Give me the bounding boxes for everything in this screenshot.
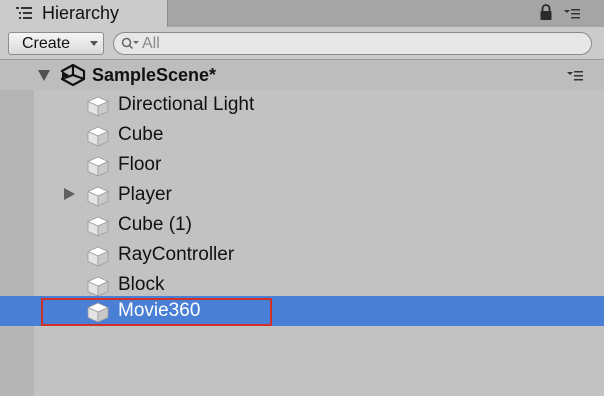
tree-item-cube[interactable]: Cube [0, 120, 604, 150]
gameobject-cube-icon [87, 216, 109, 237]
tab-hierarchy[interactable]: Hierarchy [0, 0, 168, 27]
search-icon [121, 37, 139, 50]
scene-menu-icon[interactable] [566, 71, 584, 81]
hierarchy-toolbar: Create [0, 27, 604, 60]
create-dropdown-button[interactable]: Create [8, 32, 104, 55]
gameobject-cube-icon [87, 186, 109, 207]
foldout-collapsed-icon[interactable] [64, 188, 75, 200]
tree-item-label: Cube (1) [118, 214, 192, 235]
tree-item-cube-1[interactable]: Cube (1) [0, 210, 604, 240]
tree-item-movie360[interactable]: Movie360 [0, 296, 604, 326]
lock-icon[interactable] [539, 3, 553, 21]
unity-logo-icon [60, 64, 86, 86]
tree-item-label: Movie360 [118, 300, 201, 321]
gameobject-cube-icon [87, 302, 109, 323]
panel-menu-icon[interactable] [563, 8, 581, 20]
chevron-down-icon [90, 41, 98, 46]
tree-item-label: Cube [118, 124, 164, 145]
tree-item-label: RayController [118, 244, 235, 265]
tree-item-floor[interactable]: Floor [0, 150, 604, 180]
hierarchy-tree[interactable]: SampleScene* Directional Light Cube Floo… [0, 60, 604, 396]
tree-item-label: Directional Light [118, 94, 255, 115]
gameobject-cube-icon [87, 96, 109, 117]
scene-name: SampleScene* [92, 65, 217, 85]
gameobject-cube-icon [87, 276, 109, 297]
create-button-label: Create [22, 35, 71, 52]
tree-item-player[interactable]: Player [0, 180, 604, 210]
foldout-expanded-icon[interactable] [38, 70, 50, 81]
tree-item-raycontroller[interactable]: RayController [0, 240, 604, 270]
gameobject-cube-icon [87, 246, 109, 267]
tab-label: Hierarchy [42, 3, 120, 23]
search-input[interactable] [142, 34, 562, 53]
gameobject-cube-icon [87, 126, 109, 147]
panel-tab-bar: Hierarchy [0, 0, 604, 27]
tree-item-directional-light[interactable]: Directional Light [0, 90, 604, 120]
tree-item-label: Player [118, 184, 172, 205]
scene-row[interactable]: SampleScene* [0, 60, 604, 90]
search-field[interactable] [113, 32, 592, 55]
hierarchy-list-icon [16, 7, 32, 19]
tree-item-label: Floor [118, 154, 162, 175]
gameobject-cube-icon [87, 156, 109, 177]
tree-item-label: Block [118, 274, 165, 295]
